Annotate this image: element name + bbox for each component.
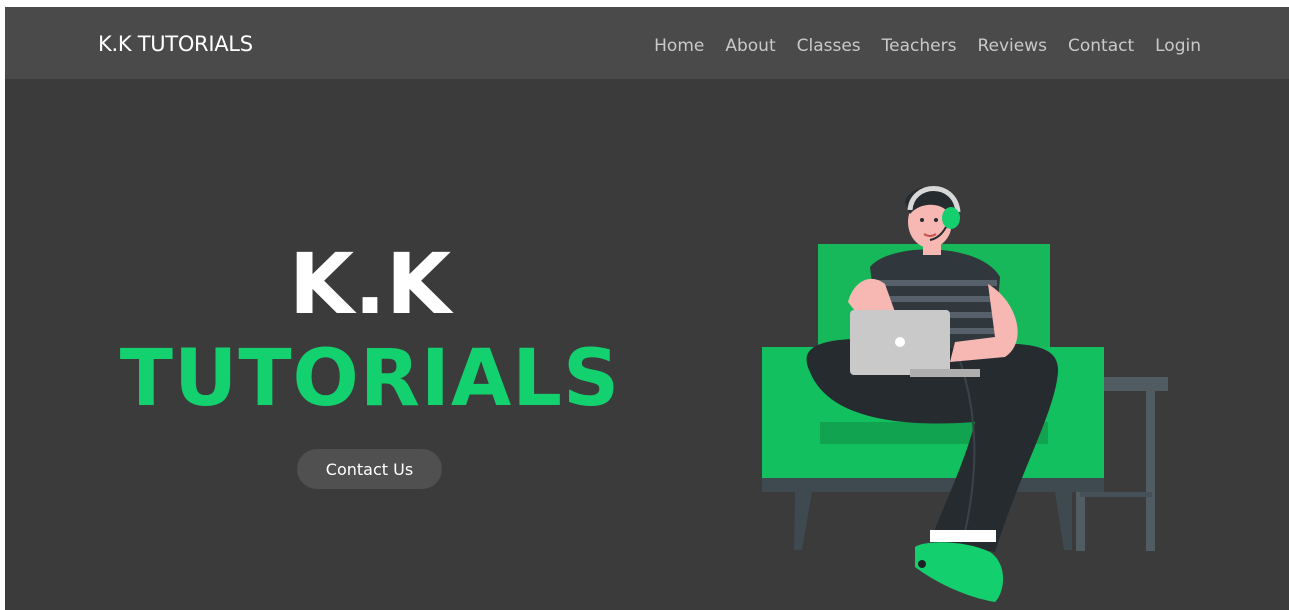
nav-menu: Home About Classes Teachers Reviews Cont… bbox=[654, 36, 1201, 56]
nav-link-about[interactable]: About bbox=[725, 36, 775, 56]
navbar: K.K TUTORIALS Home About Classes Teacher… bbox=[5, 7, 1289, 79]
brand-logo[interactable]: K.K TUTORIALS bbox=[98, 32, 253, 56]
shoe-icon bbox=[915, 530, 1004, 602]
page: K.K TUTORIALS Home About Classes Teacher… bbox=[5, 7, 1289, 610]
nav-link-home[interactable]: Home bbox=[654, 36, 704, 56]
nav-link-reviews[interactable]: Reviews bbox=[977, 36, 1047, 56]
nav-link-contact[interactable]: Contact bbox=[1068, 36, 1134, 56]
contact-us-button[interactable]: Contact Us bbox=[297, 449, 442, 489]
student-laptop-illustration bbox=[762, 186, 1168, 602]
nav-link-teachers[interactable]: Teachers bbox=[882, 36, 957, 56]
nav-link-login[interactable]: Login bbox=[1155, 36, 1201, 56]
nav-link-classes[interactable]: Classes bbox=[797, 36, 861, 56]
hero-title-line2: TUTORIALS bbox=[119, 334, 621, 424]
hero-title-line1: K.K bbox=[288, 235, 452, 333]
